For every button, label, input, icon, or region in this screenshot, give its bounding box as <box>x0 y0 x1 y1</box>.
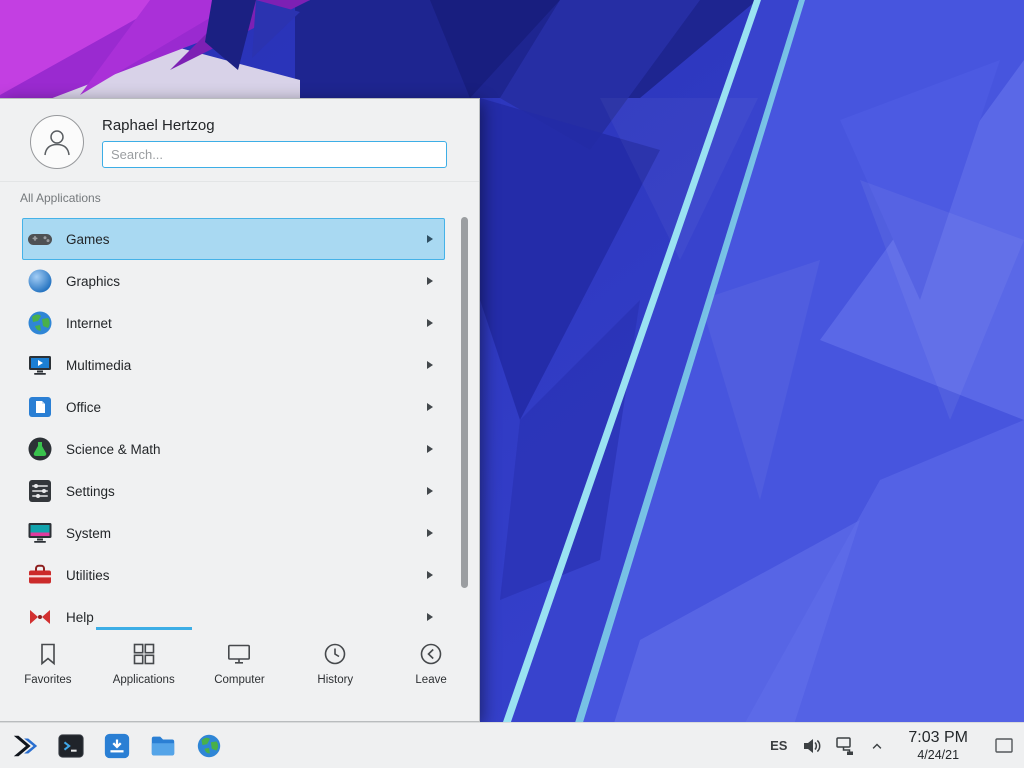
office-icon <box>26 393 54 421</box>
category-graphics[interactable]: Graphics <box>22 260 445 302</box>
tray-expander[interactable] <box>870 739 884 753</box>
tab-computer[interactable]: Computer <box>192 641 288 721</box>
browser-launcher[interactable] <box>194 731 224 761</box>
tab-label: Computer <box>214 674 265 686</box>
category-label: Games <box>66 232 426 247</box>
show-desktop-icon <box>994 737 1014 755</box>
tab-label: Applications <box>113 674 175 686</box>
category-internet[interactable]: Internet <box>22 302 445 344</box>
computer-icon <box>226 641 252 667</box>
category-science-math[interactable]: Science & Math <box>22 428 445 470</box>
utilities-icon <box>26 561 54 589</box>
multimedia-icon <box>26 351 54 379</box>
favorites-icon <box>35 641 61 667</box>
category-utilities[interactable]: Utilities <box>22 554 445 596</box>
category-label: Settings <box>66 484 426 499</box>
category-office[interactable]: Office <box>22 386 445 428</box>
keyboard-layout-indicator[interactable]: ES <box>770 738 787 753</box>
category-system[interactable]: System <box>22 512 445 554</box>
clock-widget[interactable]: 7:03 PM 4/24/21 <box>908 729 968 762</box>
tab-leave[interactable]: Leave <box>383 641 479 721</box>
graphics-icon <box>26 267 54 295</box>
chevron-right-icon <box>426 402 434 412</box>
launcher-tab-bar: Favorites Applications Computer History … <box>0 627 479 721</box>
app-launcher-button[interactable] <box>10 731 40 761</box>
science-icon <box>26 435 54 463</box>
system-icon <box>26 519 54 547</box>
chevron-right-icon <box>426 276 434 286</box>
category-label: Help <box>66 610 426 625</box>
category-label: Utilities <box>66 568 426 583</box>
application-launcher-menu: Raphael Hertzog All Applications Games G… <box>0 98 480 722</box>
tab-label: Leave <box>415 674 446 686</box>
chevron-right-icon <box>426 360 434 370</box>
category-label: Office <box>66 400 426 415</box>
help-icon <box>26 603 54 627</box>
category-games[interactable]: Games <box>22 218 445 260</box>
caret-up-icon <box>870 739 884 753</box>
category-settings[interactable]: Settings <box>22 470 445 512</box>
network-button[interactable] <box>835 735 856 756</box>
clock-time: 7:03 PM <box>908 729 968 747</box>
chevron-right-icon <box>426 570 434 580</box>
chevron-right-icon <box>426 234 434 244</box>
file-manager-launcher[interactable] <box>148 731 178 761</box>
category-multimedia[interactable]: Multimedia <box>22 344 445 386</box>
category-label: Multimedia <box>66 358 426 373</box>
games-icon <box>26 225 54 253</box>
category-label: Graphics <box>66 274 426 289</box>
file-manager-icon <box>149 732 177 760</box>
chevron-right-icon <box>426 612 434 622</box>
desktop: Raphael Hertzog All Applications Games G… <box>0 0 1024 768</box>
category-label: Science & Math <box>66 442 426 457</box>
category-label: Internet <box>66 316 426 331</box>
tab-label: Favorites <box>24 674 71 686</box>
network-icon <box>835 735 856 756</box>
history-icon <box>322 641 348 667</box>
scrollbar[interactable] <box>461 217 468 588</box>
taskbar: ES 7:03 PM 4/24/21 <box>0 722 1024 768</box>
internet-icon <box>26 309 54 337</box>
tab-history[interactable]: History <box>287 641 383 721</box>
applications-icon <box>131 641 157 667</box>
volume-icon <box>801 736 821 756</box>
clock-date: 4/24/21 <box>917 748 959 762</box>
browser-icon <box>195 732 223 760</box>
user-icon <box>40 125 74 159</box>
user-name: Raphael Hertzog <box>102 117 447 134</box>
category-list: Games Graphics Internet <box>0 212 479 627</box>
chevron-right-icon <box>426 318 434 328</box>
system-tray: ES 7:03 PM 4/24/21 <box>770 726 1024 766</box>
launcher-header: Raphael Hertzog <box>0 99 479 182</box>
software-launcher[interactable] <box>102 731 132 761</box>
user-avatar[interactable] <box>30 115 84 169</box>
chevron-right-icon <box>426 486 434 496</box>
tab-label: History <box>317 674 353 686</box>
tab-applications[interactable]: Applications <box>96 641 192 721</box>
volume-button[interactable] <box>801 736 821 756</box>
chevron-right-icon <box>426 444 434 454</box>
chevron-right-icon <box>426 528 434 538</box>
active-tab-indicator <box>96 627 192 630</box>
category-help[interactable]: Help <box>22 596 445 627</box>
app-launcher-icon <box>11 732 39 760</box>
search-input[interactable] <box>102 141 447 168</box>
software-icon <box>103 732 131 760</box>
category-label: System <box>66 526 426 541</box>
tab-favorites[interactable]: Favorites <box>0 641 96 721</box>
section-label: All Applications <box>0 182 479 212</box>
leave-icon <box>418 641 444 667</box>
terminal-icon <box>57 732 85 760</box>
show-desktop-button[interactable] <box>992 726 1016 766</box>
settings-icon <box>26 477 54 505</box>
terminal-launcher[interactable] <box>56 731 86 761</box>
taskbar-launchers <box>0 731 224 761</box>
